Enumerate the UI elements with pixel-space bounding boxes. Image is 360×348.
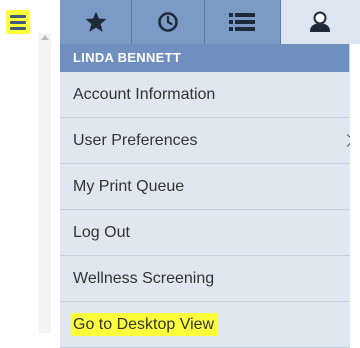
menu-item-my-print-queue[interactable]: My Print Queue bbox=[60, 164, 350, 210]
list-icon bbox=[229, 13, 256, 31]
user-menu-panel: LINDA BENNETT Account Information User P… bbox=[60, 0, 360, 348]
toolbar bbox=[60, 0, 360, 44]
panel-border bbox=[350, 44, 360, 340]
star-icon bbox=[85, 11, 107, 32]
user-name-header: LINDA BENNETT bbox=[60, 44, 350, 72]
left-sidebar bbox=[0, 0, 61, 340]
menu-item-log-out[interactable]: Log Out bbox=[60, 210, 350, 256]
scrollbar[interactable] bbox=[39, 33, 51, 333]
hamburger-icon[interactable] bbox=[6, 10, 30, 34]
menu-item-label: Go to Desktop View bbox=[71, 313, 219, 336]
scroll-up-arrow-icon[interactable] bbox=[41, 35, 49, 40]
menu-item-label: Account Information bbox=[73, 86, 216, 103]
clock-icon bbox=[158, 12, 178, 32]
menu-item-user-preferences[interactable]: User Preferences bbox=[60, 118, 354, 164]
history-button[interactable] bbox=[132, 0, 205, 44]
user-icon bbox=[310, 11, 331, 32]
menu-item-account-information[interactable]: Account Information bbox=[60, 72, 350, 118]
menu-item-go-to-desktop-view[interactable]: Go to Desktop View bbox=[60, 302, 350, 348]
list-button[interactable] bbox=[204, 0, 281, 44]
user-button[interactable] bbox=[280, 0, 360, 44]
menu-item-wellness-screening[interactable]: Wellness Screening bbox=[60, 256, 350, 302]
menu-item-label: User Preferences bbox=[73, 132, 198, 149]
favorites-button[interactable] bbox=[60, 0, 133, 44]
menu-item-label: Wellness Screening bbox=[73, 270, 215, 287]
menu-item-label: My Print Queue bbox=[73, 178, 185, 195]
user-menu: Account Information User Preferences My … bbox=[60, 72, 354, 348]
menu-item-label: Log Out bbox=[73, 224, 130, 241]
